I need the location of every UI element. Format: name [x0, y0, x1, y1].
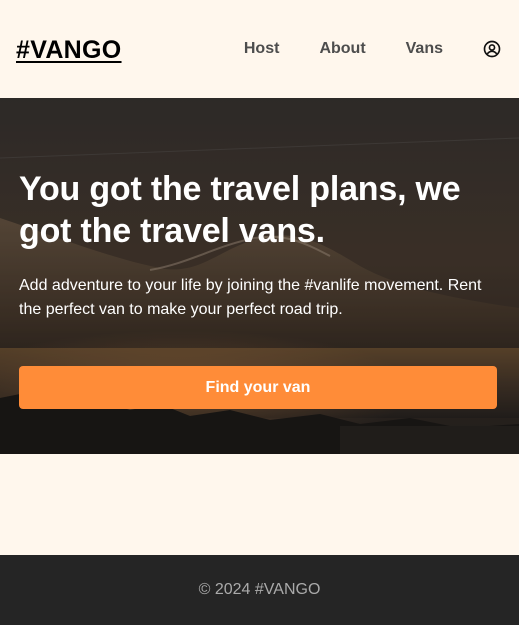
nav-link-vans[interactable]: Vans: [406, 40, 443, 58]
page: #VANGO Host About Vans You got the trave…: [0, 0, 519, 625]
logo-link[interactable]: #VANGO: [16, 36, 122, 65]
nav-link-host[interactable]: Host: [244, 40, 280, 58]
content-spacer: [0, 454, 519, 555]
footer-copyright: © 2024 #VANGO: [198, 581, 321, 598]
hero-description: Add adventure to your life by joining th…: [19, 277, 482, 318]
hero-content: You got the travel plans, we got the tra…: [0, 98, 519, 409]
site-footer: © 2024 #VANGO: [0, 555, 519, 625]
main-nav: Host About Vans: [244, 40, 501, 58]
nav-link-about[interactable]: About: [319, 40, 365, 58]
find-your-van-button[interactable]: Find your van: [19, 366, 497, 409]
hero-title: You got the travel plans, we got the tra…: [19, 170, 461, 250]
hero-section: You got the travel plans, we got the tra…: [0, 98, 519, 454]
site-header: #VANGO Host About Vans: [0, 0, 519, 98]
user-circle-icon[interactable]: [483, 40, 501, 58]
